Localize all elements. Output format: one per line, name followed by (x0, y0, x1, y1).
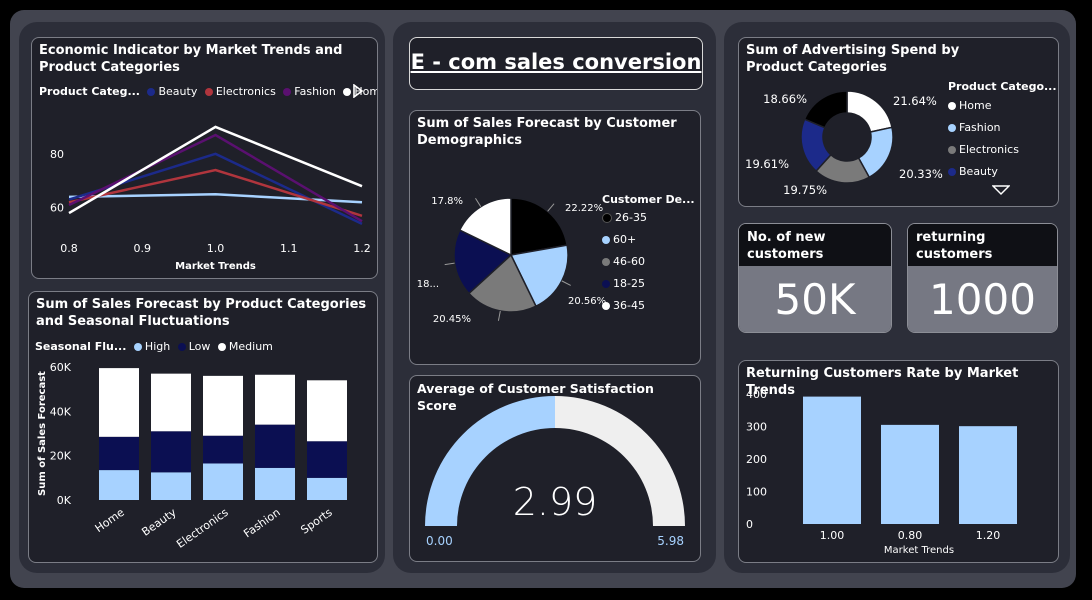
y-tick-label: 40K (50, 405, 72, 418)
stacked-bar-segment (151, 373, 191, 432)
demographics-pie-chart: 22.22% 20.56% 20.45% 18... 17.8% (417, 196, 606, 325)
stacked-bar-segment (307, 380, 347, 442)
bar (803, 396, 861, 524)
kpi-label-box: No. of new customers (739, 224, 891, 266)
advertising-spend-card[interactable]: Sum of Advertising Spend by Product Cate… (738, 37, 1059, 207)
x-tick-label: 1.1 (280, 242, 298, 255)
data-label: 22.22% (565, 203, 603, 214)
data-label: 20.56% (568, 296, 606, 307)
kpi-label: No. of new customers (747, 230, 826, 262)
data-label: 21.64% (893, 94, 937, 108)
x-tick-label: Home (93, 506, 127, 535)
stacked-bar-segment (99, 470, 139, 500)
leader-line (444, 262, 455, 266)
y-tick-label: 300 (746, 421, 767, 434)
data-label: 19.75% (783, 183, 827, 197)
bar (959, 426, 1017, 524)
x-tick-label: Beauty (139, 506, 179, 539)
stacked-bar-segment (203, 435, 243, 464)
kpi-label: returning customers (916, 230, 993, 262)
x-tick-label: 0.8 (60, 242, 78, 255)
x-tick-label: Electronics (174, 506, 231, 551)
y-tick-label: 400 (746, 388, 767, 401)
y-axis-title: Sum of Sales Forecast (37, 371, 48, 496)
bar (881, 424, 939, 524)
donut-slice (803, 90, 848, 129)
kpi-label-box: returning customers (908, 224, 1057, 266)
y-tick-label: 0 (746, 518, 753, 531)
gauge-value: 2.99 (512, 480, 598, 524)
x-axis-title: Market Trends (884, 545, 954, 556)
y-tick-label: 0K (57, 494, 72, 507)
stacked-bar-segment (203, 375, 243, 436)
sales-forecast-product-card[interactable]: Sum of Sales Forecast by Product Categor… (28, 291, 378, 563)
satisfaction-gauge-card[interactable]: Average of Customer Satisfaction Score 2… (409, 375, 701, 562)
stacked-bar-segment (151, 472, 191, 500)
x-tick-label: 1.2 (353, 242, 371, 255)
x-axis-title: Market Trends (175, 261, 256, 272)
returning-customers-kpi[interactable]: returning customers 1000 (907, 223, 1058, 333)
leader-line (475, 197, 482, 207)
x-tick-label: 1.00 (820, 529, 845, 542)
returning-rate-card[interactable]: Returning Customers Rate by Market Trend… (738, 360, 1059, 563)
stacked-bar-chart: 0K 20K 40K 60KSum of Sales Forecast Home Beau… (37, 361, 347, 551)
dashboard-title: E - com sales conversion (410, 50, 702, 74)
economic-line-chart: 60 80 0.8 0.9 1.0 1.1 1.2 Market Trends (50, 125, 371, 272)
series-line (68, 168, 363, 217)
economic-indicator-card[interactable]: Economic Indicator by Market Trends and … (31, 37, 378, 279)
kpi-value: 50K (739, 266, 891, 332)
y-tick-label: 60K (50, 361, 72, 374)
series-line (68, 133, 363, 223)
donut-slice (846, 90, 893, 133)
data-label: 20.45% (433, 314, 471, 325)
stacked-bar-segment (255, 424, 295, 468)
y-tick-label: 100 (746, 486, 767, 499)
data-label: 17.8% (431, 196, 463, 207)
data-label: 19.61% (745, 157, 789, 171)
x-tick-label: 0.80 (898, 529, 923, 542)
new-customers-kpi[interactable]: No. of new customers 50K (738, 223, 892, 333)
leader-line (547, 203, 555, 212)
stacked-bar-segment (99, 368, 139, 437)
y-tick-label: 20K (50, 450, 72, 463)
leader-line (561, 280, 571, 286)
x-tick-label: Sports (298, 506, 335, 537)
y-tick-label: 200 (746, 453, 767, 466)
stacked-bar-segment (255, 467, 295, 500)
x-tick-label: 1.0 (207, 242, 225, 255)
x-tick-label: Fashion (241, 506, 282, 540)
x-tick-label: 0.9 (134, 242, 152, 255)
data-label: 18... (417, 279, 439, 290)
returning-rate-bar-chart: 0 100 200 300 400 1.00 0.80 1.20 Market Trends (746, 388, 1017, 556)
data-label: 18.66% (763, 92, 807, 106)
kpi-value: 1000 (908, 266, 1057, 332)
demographics-card[interactable]: Sum of Sales Forecast by Customer Demogr… (409, 110, 701, 365)
stacked-bar-segment (203, 463, 243, 500)
gauge-max: 5.98 (657, 534, 684, 548)
y-tick-label: 60 (50, 202, 64, 215)
title-card: E - com sales conversion (409, 37, 703, 90)
data-label: 20.33% (899, 167, 943, 181)
gauge-min: 0.00 (426, 534, 453, 548)
stacked-bar-segment (307, 441, 347, 478)
stacked-bar-segment (307, 477, 347, 500)
x-tick-label: 1.20 (976, 529, 1001, 542)
stacked-bar-segment (99, 436, 139, 471)
stacked-bar-segment (255, 374, 295, 425)
series-line (68, 152, 363, 225)
advertising-donut-chart: 21.64% 20.33% 19.75% 19.61% 18.66% (745, 90, 943, 197)
y-tick-label: 80 (50, 148, 64, 161)
stacked-bar-segment (151, 431, 191, 473)
leader-line (497, 310, 501, 321)
